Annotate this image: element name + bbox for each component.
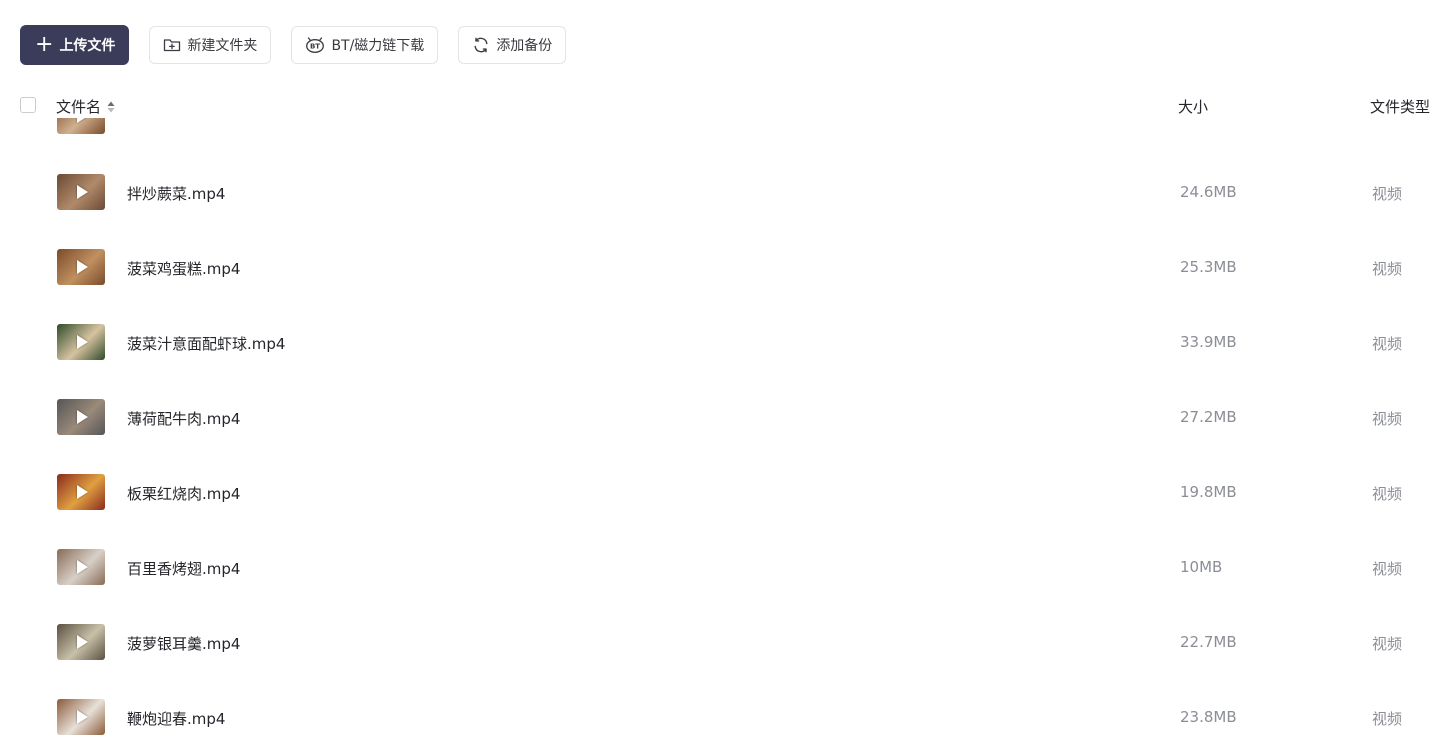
file-list: 拌炒蕨菜.mp4 24.6MB 视频 菠菜鸡蛋糕.mp4 25.3MB 视频 菠菜汁意面配虾… (0, 118, 1450, 749)
video-thumbnail[interactable] (57, 324, 105, 360)
upload-label: 上传文件 (59, 38, 116, 54)
svg-text:BT: BT (310, 43, 320, 51)
upload-button[interactable]: + 上传文件 (20, 25, 130, 65)
bt-icon: BT (306, 37, 325, 53)
sort-icon[interactable] (107, 101, 115, 113)
table-row[interactable]: 菠菜鸡蛋糕.mp4 25.3MB 视频 (0, 249, 1450, 324)
table-row[interactable]: 鞭炮迎春.mp4 23.8MB 视频 (0, 699, 1450, 749)
file-name[interactable]: 薄荷配牛肉.mp4 (127, 408, 240, 429)
file-name[interactable]: 板栗红烧肉.mp4 (127, 483, 240, 504)
bt-download-button[interactable]: BT BT/磁力链下载 (291, 26, 439, 64)
bt-download-label: BT/磁力链下载 (331, 38, 425, 54)
add-backup-button[interactable]: 添加备份 (458, 26, 567, 64)
play-icon (77, 710, 88, 724)
video-thumbnail[interactable] (57, 549, 105, 585)
file-name[interactable]: 鞭炮迎春.mp4 (127, 708, 225, 729)
video-thumbnail[interactable] (57, 399, 105, 435)
column-header-name-label: 文件名 (56, 98, 102, 116)
table-row[interactable]: 薄荷配牛肉.mp4 27.2MB 视频 (0, 399, 1450, 474)
video-thumbnail[interactable] (57, 624, 105, 660)
sync-icon (474, 37, 488, 53)
plus-icon: + (35, 32, 54, 57)
table-row[interactable]: 板栗红烧肉.mp4 19.8MB 视频 (0, 474, 1450, 549)
play-icon (77, 410, 88, 424)
play-icon (77, 260, 88, 274)
video-thumbnail[interactable] (57, 118, 105, 134)
video-thumbnail[interactable] (57, 174, 105, 210)
file-size: 19.8MB (1180, 483, 1237, 501)
play-icon (77, 485, 88, 499)
file-type: 视频 (1372, 410, 1403, 428)
file-size: 24.6MB (1180, 183, 1237, 201)
file-size: 25.3MB (1180, 258, 1237, 276)
table-row[interactable]: 菠萝银耳羹.mp4 22.7MB 视频 (0, 624, 1450, 699)
new-folder-button[interactable]: 新建文件夹 (149, 26, 272, 64)
file-type: 视频 (1372, 335, 1403, 353)
play-icon (77, 635, 88, 649)
file-type: 视频 (1372, 560, 1403, 578)
table-row[interactable]: 拌炒蕨菜.mp4 24.6MB 视频 (0, 174, 1450, 249)
select-all-checkbox[interactable] (20, 97, 36, 113)
file-type: 视频 (1372, 260, 1403, 278)
file-size: 33.9MB (1180, 333, 1237, 351)
play-icon (77, 560, 88, 574)
file-name[interactable]: 菠菜汁意面配虾球.mp4 (127, 333, 285, 354)
file-name[interactable]: 菠萝银耳羹.mp4 (127, 633, 240, 654)
file-type: 视频 (1372, 185, 1403, 203)
column-header-size[interactable]: 大小 (1178, 96, 1208, 117)
file-name[interactable]: 百里香烤翅.mp4 (127, 558, 240, 579)
new-folder-label: 新建文件夹 (187, 38, 258, 54)
file-size: 27.2MB (1180, 408, 1237, 426)
file-size: 10MB (1180, 558, 1223, 576)
column-header-type[interactable]: 文件类型 (1370, 96, 1430, 117)
table-row[interactable]: 百里香烤翅.mp4 10MB 视频 (0, 549, 1450, 624)
file-size: 23.8MB (1180, 708, 1237, 726)
play-icon (77, 185, 88, 199)
file-name[interactable]: 拌炒蕨菜.mp4 (127, 183, 225, 204)
toolbar: + 上传文件 新建文件夹 BT BT/磁力链下载 添加备份 (20, 25, 586, 65)
column-header-name[interactable]: 文件名 (56, 96, 115, 117)
video-thumbnail[interactable] (57, 249, 105, 285)
file-type: 视频 (1372, 710, 1403, 728)
file-manager-page: + 上传文件 新建文件夹 BT BT/磁力链下载 添加备份 文件名 大小 文件类… (0, 0, 1450, 749)
play-icon (77, 118, 88, 123)
file-type: 视频 (1372, 635, 1403, 653)
file-name[interactable]: 菠菜鸡蛋糕.mp4 (127, 258, 240, 279)
file-type: 视频 (1372, 485, 1403, 503)
table-row[interactable]: 菠菜汁意面配虾球.mp4 33.9MB 视频 (0, 324, 1450, 399)
folder-plus-icon (164, 39, 181, 52)
table-header: 文件名 大小 文件类型 (0, 88, 1450, 122)
add-backup-label: 添加备份 (496, 38, 553, 54)
play-icon (77, 335, 88, 349)
table-row[interactable] (0, 118, 1450, 138)
video-thumbnail[interactable] (57, 699, 105, 735)
video-thumbnail[interactable] (57, 474, 105, 510)
file-size: 22.7MB (1180, 633, 1237, 651)
